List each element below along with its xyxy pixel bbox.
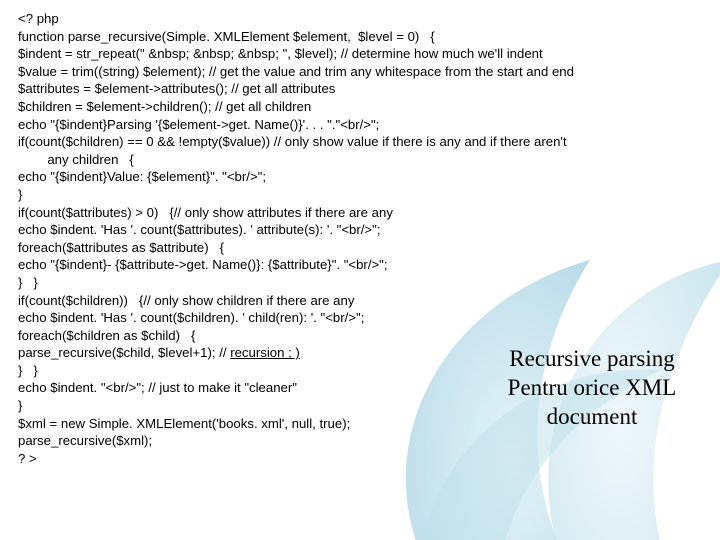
- caption-line-2: Pentru orice XML: [492, 373, 692, 402]
- code-line: $children = $element->children(); // get…: [18, 99, 311, 114]
- code-line: echo $indent. 'Has '. count($children). …: [18, 310, 364, 325]
- code-line: function parse_recursive(Simple. XMLElem…: [18, 29, 435, 44]
- code-line: echo "{$indent}- {$attribute->get. Name(…: [18, 257, 388, 272]
- code-line: }: [18, 398, 22, 413]
- side-caption: Recursive parsing Pentru orice XML docum…: [492, 344, 692, 431]
- code-line: if(count($children) == 0 && !empty($valu…: [18, 134, 567, 149]
- caption-line-3: document: [492, 402, 692, 431]
- code-line: if(count($children)) {// only show child…: [18, 293, 354, 308]
- code-line: <? php: [18, 11, 59, 26]
- recursion-underline: recursion ; ): [230, 345, 300, 360]
- code-line: foreach($attributes as $attribute) {: [18, 240, 224, 255]
- code-line: } }: [18, 363, 38, 378]
- caption-line-1: Recursive parsing: [492, 344, 692, 373]
- code-line: ? >: [18, 451, 37, 466]
- code-fragment: parse_recursive($child, $level+1); //: [18, 345, 230, 360]
- code-line: $attributes = $element->attributes(); //…: [18, 81, 335, 96]
- code-line: $xml = new Simple. XMLElement('books. xm…: [18, 416, 350, 431]
- code-line: if(count($attributes) > 0) {// only show…: [18, 205, 393, 220]
- code-line: $value = trim((string) $element); // get…: [18, 64, 574, 79]
- code-line: }: [18, 187, 22, 202]
- code-line: foreach($children as $child) {: [18, 328, 195, 343]
- code-line: echo $indent. "<br/>"; // just to make i…: [18, 380, 297, 395]
- code-line: echo $indent. 'Has '. count($attributes)…: [18, 222, 380, 237]
- code-line: $indent = str_repeat(" &nbsp; &nbsp; &nb…: [18, 46, 543, 61]
- slide-root: <? php function parse_recursive(Simple. …: [0, 0, 720, 540]
- code-line: parse_recursive($xml);: [18, 433, 152, 448]
- code-line: } }: [18, 275, 38, 290]
- code-line: echo "{$indent}Parsing '{$element->get. …: [18, 117, 379, 132]
- code-line: echo "{$indent}Value: {$element}". "<br/…: [18, 169, 266, 184]
- code-line: any children {: [18, 152, 134, 167]
- code-line: parse_recursive($child, $level+1); // re…: [18, 345, 300, 360]
